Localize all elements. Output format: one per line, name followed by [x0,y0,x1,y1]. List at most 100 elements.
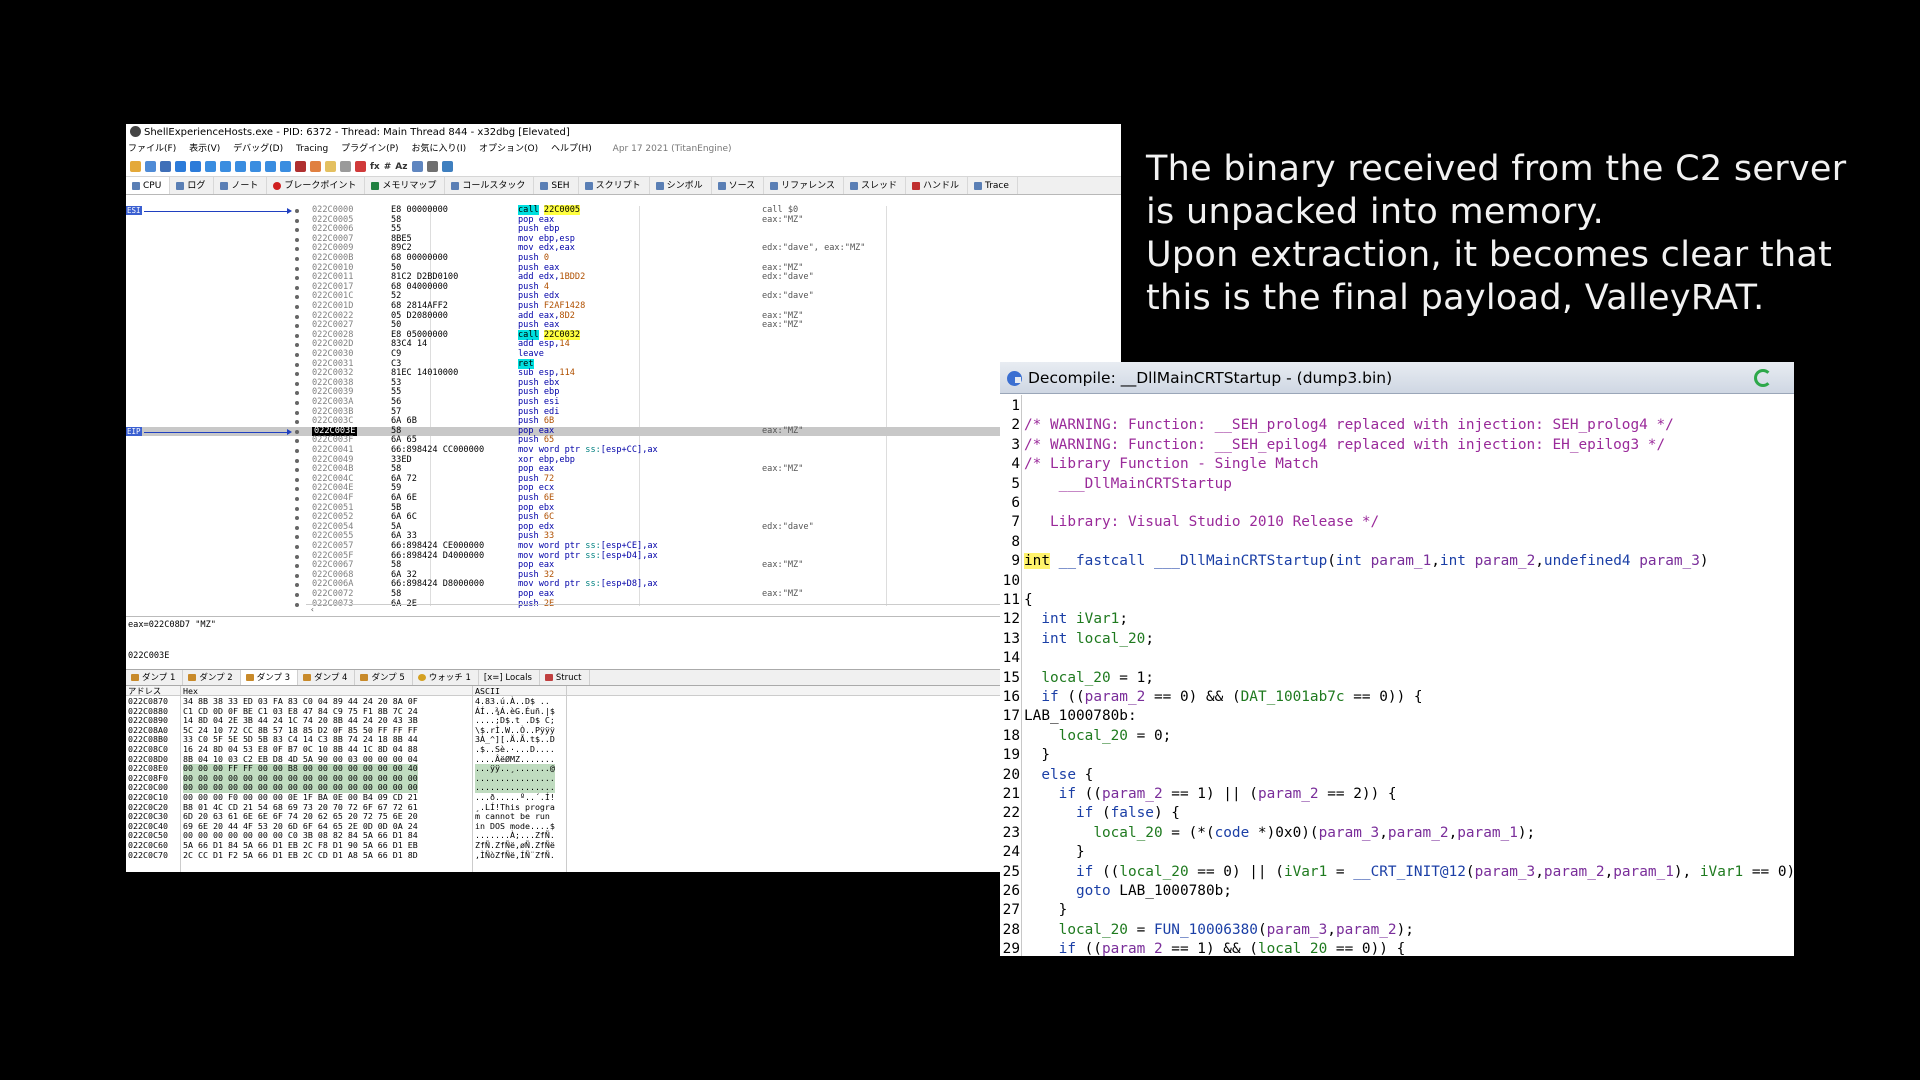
breakpoint-dot-icon[interactable] [295,333,299,338]
code-line[interactable]: local_20 = 0; [1024,727,1172,746]
restart-icon[interactable] [145,161,156,172]
decompile-title-bar[interactable]: Decompile: __DllMainCRTStartup - (dump3.… [1000,362,1794,394]
decompiled-code-view[interactable]: 1 2 3 4 5 6 7 8 9 10 11 12 13 14 15 16 17 18 19 20 21 22 23 24 2… [1000,395,1794,956]
disasm-row[interactable]: 022C004F 6A 6E push 6E [126,493,1016,504]
bookmarks-icon[interactable] [355,161,366,172]
tab-log[interactable]: ログ [170,177,215,194]
horizontal-scrollbar[interactable]: ‹ [306,604,1016,614]
code-line[interactable]: if ((param_2 == 1) && (local_20 == 0)) { [1024,940,1406,956]
patch-icon[interactable] [310,161,321,172]
code-line[interactable]: /* WARNING: Function: __SEH_epilog4 repl… [1024,436,1665,455]
breakpoint-dot-icon[interactable] [295,477,299,482]
disasm-row[interactable]: 022C0017 68 04000000 push 4 [126,282,1016,293]
functions-icon[interactable]: fx [370,162,380,172]
disasm-row[interactable]: 022C0005 58 pop eax eax:"MZ" [126,215,1016,226]
dump-row[interactable]: 022C0C70 2C CC D1 F2 5A 66 D1 EB 2C CD D1… [126,850,826,861]
breakpoint-dot-icon[interactable] [295,324,299,329]
breakpoint-dot-icon[interactable] [295,343,299,348]
run-to-user-code-icon[interactable] [280,161,291,172]
code-line[interactable]: { [1024,591,1033,610]
trace-over-icon[interactable] [250,161,261,172]
disasm-row[interactable]: 022C003C 6A 6B push 6B [126,416,1016,427]
strings-icon[interactable]: Az [395,162,407,172]
breakpoint-dot-icon[interactable] [295,602,299,607]
breakpoint-dot-icon[interactable] [295,237,299,242]
breakpoint-dot-icon[interactable] [295,545,299,549]
tab-seh[interactable]: SEH [534,177,579,194]
breakpoint-dot-icon[interactable] [295,449,299,453]
calculator-icon[interactable] [426,161,438,172]
code-line[interactable]: } [1024,843,1085,862]
scripts-icon[interactable] [411,161,423,172]
menu-debug[interactable]: デバッグ(D) [233,144,283,154]
code-line[interactable]: if (false) { [1024,804,1180,823]
breakpoint-dot-icon[interactable] [295,401,299,405]
code-line[interactable]: ___DllMainCRTStartup [1024,475,1232,494]
breakpoint-dot-icon[interactable] [295,487,299,492]
menu-view[interactable]: 表示(V) [189,144,220,154]
disasm-row[interactable]: 022C0052 6A 6C push 6C [126,512,1016,523]
comments-icon[interactable] [325,161,336,172]
menu-options[interactable]: オプション(O) [479,144,538,154]
disasm-row[interactable]: 022C004C 6A 72 push 72 [126,474,1016,485]
breakpoint-dot-icon[interactable] [295,420,299,425]
refresh-icon[interactable] [1754,369,1772,387]
tab-script[interactable]: スクリプト [579,177,650,194]
code-line[interactable]: if ((param_2 == 1) || (param_2 == 2)) { [1024,785,1397,804]
disasm-row[interactable]: 022C0030 C9 leave [126,349,1016,360]
tab-memory-map[interactable]: メモリマップ [365,177,446,194]
disasm-row[interactable]: 022C0032 81EC 14010000 sub esp,114 [126,368,1016,379]
run-icon[interactable] [175,161,186,172]
code-line[interactable]: /* Library Function - Single Match [1024,455,1319,474]
disasm-row[interactable]: 022C0011 81C2 D2BD0100 add edx,1BDD2 edx:"d… [126,272,1016,283]
hex-dump-view[interactable]: アドレス Hex ASCII 022C0870 34 8B 38 33 ED 03… [126,686,1121,872]
breakpoint-dot-icon[interactable] [295,439,299,444]
trace-into-icon[interactable] [235,161,246,172]
breakpoint-dot-icon[interactable] [295,564,299,569]
tab-breakpoints[interactable]: ブレークポイント [267,177,366,194]
breakpoint-dot-icon[interactable] [295,228,299,233]
disasm-row[interactable]: 022C0022 05 D2080000 add eax,8D2 eax:"MZ" [126,311,1016,322]
close-icon[interactable] [160,161,171,172]
labels-icon[interactable] [340,161,351,172]
disasm-row[interactable]: 022C0049 33ED xor ebp,ebp [126,455,1016,466]
breakpoint-dot-icon[interactable] [295,429,299,434]
disasm-row[interactable]: 022C004B 58 pop eax eax:"MZ" [126,464,1016,475]
tab-dump-3[interactable]: ダンプ 3 [240,670,299,685]
tab-dump-4[interactable]: ダンプ 4 [298,670,356,685]
code-line[interactable]: LAB_1000780b: [1024,707,1137,726]
pause-icon[interactable] [190,161,201,172]
tab-threads[interactable]: スレッド [844,177,906,194]
code-line[interactable]: /* WARNING: Function: __SEH_prolog4 repl… [1024,416,1674,435]
disasm-row[interactable]: 022C003B 57 push edi [126,407,1016,418]
code-line[interactable]: int iVar1; [1024,610,1128,629]
code-line[interactable]: local_20 = 1; [1024,669,1154,688]
breakpoint-dot-icon[interactable] [295,257,299,261]
breakpoint-dot-icon[interactable] [295,295,299,300]
breakpoint-dot-icon[interactable] [295,410,299,415]
code-line[interactable]: if ((param_2 == 0) && (DAT_1001ab7c == 0… [1024,688,1422,707]
disasm-row[interactable]: 022C006A 66:898424 D8000000 mov word ptr s… [126,580,1016,590]
tab-handles[interactable]: ハンドル [906,177,969,194]
tab-cpu[interactable]: CPU [126,177,171,194]
open-icon[interactable] [130,161,141,172]
breakpoint-dot-icon[interactable] [295,573,299,578]
tab-watch-1[interactable]: ウォッチ 1 [413,670,479,685]
disasm-row[interactable]: 022C0054 5A pop edx edx:"dave" [126,522,1016,533]
tab-dump-5[interactable]: ダンプ 5 [355,670,413,685]
tab-notes[interactable]: ノート [214,177,268,194]
execute-till-return-icon[interactable] [265,161,276,172]
breakpoint-dot-icon[interactable] [295,535,299,540]
code-line[interactable]: int __fastcall ___DllMainCRTStartup(int … [1024,552,1709,571]
tab-trace[interactable]: Trace [968,177,1018,194]
code-line[interactable]: } [1024,746,1050,765]
code-line[interactable]: if ((local_20 == 0) || (iVar1 = __CRT_IN… [1024,863,1794,882]
disassembly-view[interactable]: 022C0000 E8 00000000 call 22C0005 call $0 02… [126,205,1016,614]
breakpoint-dot-icon[interactable] [295,554,299,559]
tab-source[interactable]: ソース [712,177,765,194]
breakpoint-dot-icon[interactable] [295,305,299,309]
breakpoint-dot-icon[interactable] [295,583,299,588]
code-line[interactable]: local_20 = FUN_10006380(param_3,param_2)… [1024,921,1414,940]
disasm-row[interactable]: 022C004E 59 pop ecx [126,484,1016,494]
breakpoint-dot-icon[interactable] [295,362,299,367]
